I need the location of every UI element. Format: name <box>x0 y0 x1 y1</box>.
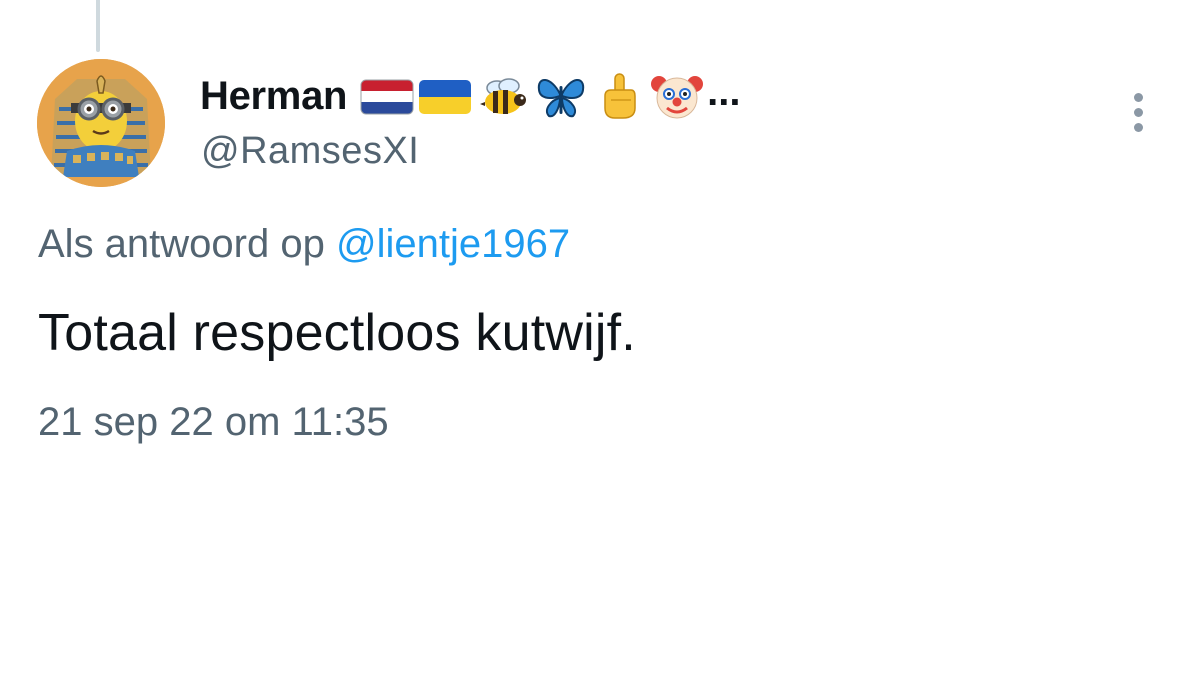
clown-face-icon <box>649 70 705 122</box>
author-handle[interactable]: @RamsesXI <box>201 130 419 173</box>
reply-context-prefix: Als antwoord op <box>38 222 325 266</box>
more-options-vertical-icon <box>1133 92 1143 102</box>
pharaoh-minion-avatar-icon <box>37 59 165 187</box>
avatar[interactable] <box>37 59 165 187</box>
flag-netherlands-icon <box>359 70 415 122</box>
tweet-text: Totaal respectloos kutwijf. <box>38 304 636 362</box>
reply-context: Als antwoord op @lientje1967 <box>38 222 570 267</box>
middle-finger-icon <box>591 70 647 122</box>
thread-connector-line <box>96 0 100 52</box>
more-options-dot <box>1133 107 1143 117</box>
name-truncation-ellipsis: ... <box>707 69 741 114</box>
author-display-name[interactable]: Herman <box>200 74 347 119</box>
flag-ukraine-icon <box>417 70 473 122</box>
tweet-timestamp[interactable]: 21 sep 22 om 11:35 <box>38 400 389 445</box>
more-options-dot <box>1133 122 1143 132</box>
reply-mention-link[interactable]: @lientje1967 <box>336 222 570 266</box>
more-options-button[interactable] <box>1118 86 1158 138</box>
name-emoji-group <box>359 70 705 122</box>
author-name-row[interactable]: Herman ... <box>200 70 741 122</box>
bee-icon <box>475 70 531 122</box>
butterfly-icon <box>533 70 589 122</box>
